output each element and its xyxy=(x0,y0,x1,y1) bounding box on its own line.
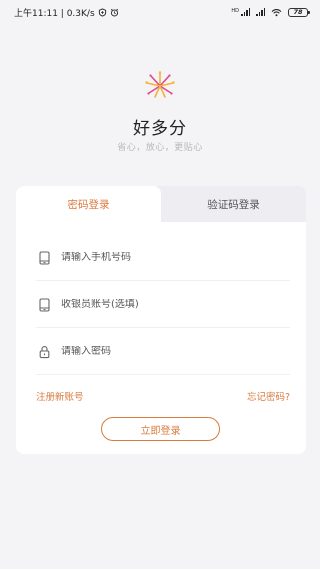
cashier-account-input[interactable] xyxy=(61,299,281,310)
phone-icon xyxy=(36,250,52,266)
network-label: HD xyxy=(231,8,239,14)
status-right: HD 78 xyxy=(231,7,310,17)
cashier-account-icon xyxy=(36,297,52,313)
header-band xyxy=(0,24,320,46)
phone-input[interactable] xyxy=(61,252,281,263)
cashier-row xyxy=(36,282,290,328)
status-left: 上午11:11 | 0.3K/s xyxy=(14,6,119,19)
login-card: 密码登录 验证码登录 请输入手机号码 收银员账号(选填) 注册新账号 忘记密码?… xyxy=(16,186,306,454)
login-tabs: 密码登录 验证码登录 xyxy=(16,186,306,222)
tab-code-login[interactable]: 验证码登录 xyxy=(161,186,306,222)
password-input[interactable] xyxy=(61,346,281,357)
lock-icon xyxy=(36,344,52,360)
wifi-icon xyxy=(271,8,282,16)
app-slogan: 省心，放心，更贴心 xyxy=(117,143,203,153)
status-bar: 上午11:11 | 0.3K/s HD 78 xyxy=(0,0,320,24)
register-link[interactable]: 注册新账号 xyxy=(36,389,84,403)
firework-logo-icon xyxy=(145,71,175,98)
app-name: 好多分 xyxy=(133,119,187,139)
cellular-signal-2-icon xyxy=(256,8,265,16)
shield-speed-icon xyxy=(98,7,106,17)
status-time-speed: 上午11:11 | 0.3K/s xyxy=(14,8,95,19)
login-button[interactable]: 立即登录 xyxy=(101,417,220,441)
cellular-signal-icon: HD xyxy=(231,8,250,16)
forgot-password-link[interactable]: 忘记密码? xyxy=(247,389,290,403)
phone-row xyxy=(36,235,290,281)
tab-password-login[interactable]: 密码登录 xyxy=(16,186,161,222)
password-row xyxy=(36,329,290,375)
account-links: 注册新账号 忘记密码? xyxy=(36,389,290,403)
alarm-clock-icon xyxy=(110,8,118,16)
battery-icon: 78 xyxy=(288,7,310,17)
